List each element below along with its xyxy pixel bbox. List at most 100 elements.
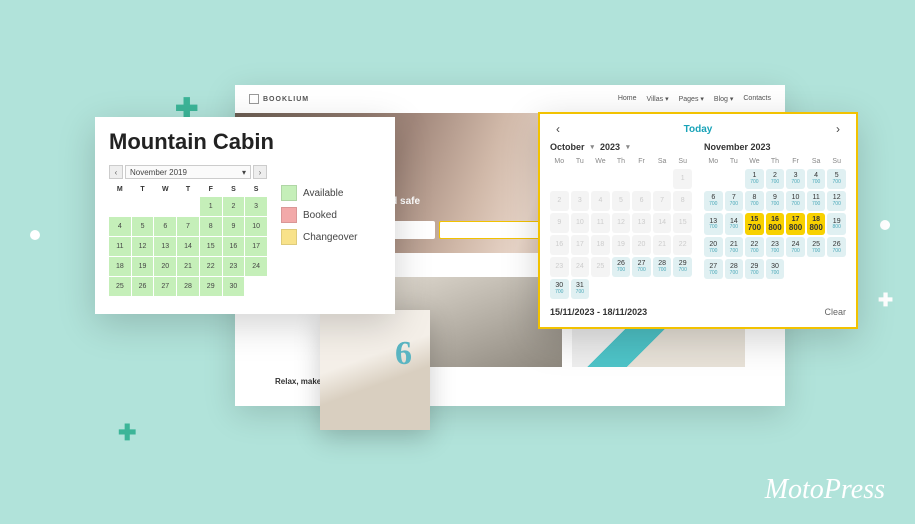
weekday-header: Fr xyxy=(786,156,805,167)
nav-pages[interactable]: Pages ▾ xyxy=(679,95,704,103)
range-day[interactable]: 29700 xyxy=(673,257,692,277)
range-day[interactable]: 30700 xyxy=(766,259,785,279)
range-day[interactable]: 21700 xyxy=(725,237,744,257)
nav-blog[interactable]: Blog ▾ xyxy=(714,95,733,103)
cal-prev-button[interactable]: ‹ xyxy=(109,165,123,179)
range-day[interactable]: 1700 xyxy=(745,169,764,189)
cal-day[interactable]: 24 xyxy=(245,257,267,276)
range-day[interactable]: 17800 xyxy=(786,213,805,235)
range-day[interactable]: 26700 xyxy=(827,237,846,257)
cal-day[interactable]: 4 xyxy=(109,217,131,236)
cal-day[interactable]: 11 xyxy=(109,237,131,256)
cal-day[interactable]: 6 xyxy=(154,217,176,236)
range-day[interactable]: 10700 xyxy=(786,191,805,211)
cal-day[interactable]: 28 xyxy=(177,277,199,296)
range-prev-button[interactable]: ‹ xyxy=(550,122,566,136)
range-day[interactable]: 27700 xyxy=(632,257,651,277)
cal-day[interactable]: 14 xyxy=(177,237,199,256)
price-label: 700 xyxy=(653,268,672,274)
range-day xyxy=(550,169,569,189)
checkout-field[interactable] xyxy=(439,221,549,239)
range-day[interactable]: 24700 xyxy=(786,237,805,257)
range-day[interactable]: 4700 xyxy=(807,169,826,189)
cal-month-select[interactable]: November 2019▾ xyxy=(125,165,251,179)
chevron-down-icon: ▾ xyxy=(591,143,595,151)
cal-day[interactable]: 5 xyxy=(132,217,154,236)
range-day[interactable]: 11700 xyxy=(807,191,826,211)
month-name[interactable]: November 2023 xyxy=(704,142,771,152)
range-day[interactable]: 3700 xyxy=(786,169,805,189)
cal-day[interactable]: 25 xyxy=(109,277,131,296)
cal-day[interactable]: 9 xyxy=(223,217,245,236)
range-next-button[interactable]: › xyxy=(830,122,846,136)
cal-day[interactable]: 15 xyxy=(200,237,222,256)
range-day[interactable]: 8700 xyxy=(745,191,764,211)
range-day[interactable]: 15700 xyxy=(745,213,764,235)
range-day xyxy=(591,279,610,299)
cal-day[interactable]: 23 xyxy=(223,257,245,276)
cal-day[interactable]: 13 xyxy=(154,237,176,256)
range-day[interactable]: 18800 xyxy=(807,213,826,235)
range-day[interactable]: 26700 xyxy=(612,257,631,277)
clear-button[interactable]: Clear xyxy=(824,307,846,317)
cal-day[interactable]: 12 xyxy=(132,237,154,256)
range-day[interactable]: 31700 xyxy=(571,279,590,299)
cal-day[interactable]: 20 xyxy=(154,257,176,276)
cal-day[interactable]: 22 xyxy=(200,257,222,276)
range-day[interactable]: 16800 xyxy=(766,213,785,235)
month-grid: MoTuWeThFrSaSu12345678910111213141516171… xyxy=(550,156,692,299)
nav-home[interactable]: Home xyxy=(618,95,637,103)
range-day[interactable]: 20700 xyxy=(704,237,723,257)
cal-day[interactable]: 2 xyxy=(223,197,245,216)
range-day[interactable]: 28700 xyxy=(725,259,744,279)
range-day[interactable]: 19800 xyxy=(827,213,846,235)
month-name[interactable]: October xyxy=(550,142,585,152)
cal-next-button[interactable]: › xyxy=(253,165,267,179)
range-day[interactable]: 6700 xyxy=(704,191,723,211)
legend-swatch xyxy=(281,207,297,223)
cal-day xyxy=(177,197,199,216)
range-day[interactable]: 9700 xyxy=(766,191,785,211)
cal-day[interactable]: 30 xyxy=(223,277,245,296)
range-day[interactable]: 7700 xyxy=(725,191,744,211)
range-day[interactable]: 25700 xyxy=(807,237,826,257)
range-day[interactable]: 13700 xyxy=(704,213,723,235)
cal-day[interactable]: 26 xyxy=(132,277,154,296)
cal-day[interactable]: 16 xyxy=(223,237,245,256)
nav-contacts[interactable]: Contacts xyxy=(743,95,771,103)
cal-day[interactable]: 3 xyxy=(245,197,267,216)
legend-swatch xyxy=(281,229,297,245)
cal-day[interactable]: 8 xyxy=(200,217,222,236)
range-day[interactable]: 2700 xyxy=(766,169,785,189)
range-day: 15 xyxy=(673,213,692,233)
cal-day[interactable]: 17 xyxy=(245,237,267,256)
year-label[interactable]: 2023 xyxy=(600,142,620,152)
month-column: November 2023MoTuWeThFrSaSu1700270037004… xyxy=(704,142,846,299)
cal-day[interactable]: 29 xyxy=(200,277,222,296)
nav-villas[interactable]: Villas ▾ xyxy=(647,95,669,103)
cal-day[interactable]: 7 xyxy=(177,217,199,236)
weekday-header: S xyxy=(245,183,267,196)
range-day[interactable]: 27700 xyxy=(704,259,723,279)
range-day[interactable]: 5700 xyxy=(827,169,846,189)
cal-day[interactable]: 27 xyxy=(154,277,176,296)
cal-day[interactable]: 1 xyxy=(200,197,222,216)
range-day[interactable]: 29700 xyxy=(745,259,764,279)
cal-day[interactable]: 10 xyxy=(245,217,267,236)
today-button[interactable]: Today xyxy=(566,124,830,135)
brand-logo: MotoPress xyxy=(765,474,885,506)
cal-day[interactable]: 21 xyxy=(177,257,199,276)
price-label: 700 xyxy=(745,224,764,233)
range-day[interactable]: 14700 xyxy=(725,213,744,235)
range-day[interactable]: 23700 xyxy=(766,237,785,257)
range-day[interactable]: 22700 xyxy=(745,237,764,257)
range-day[interactable]: 30700 xyxy=(550,279,569,299)
price-label: 700 xyxy=(745,271,764,277)
cal-day[interactable]: 18 xyxy=(109,257,131,276)
range-day: 19 xyxy=(612,235,631,255)
weekday-header: Tu xyxy=(571,156,590,167)
section-caption: Relax, make new friends, enjoy xyxy=(235,377,785,406)
range-day[interactable]: 12700 xyxy=(827,191,846,211)
cal-day[interactable]: 19 xyxy=(132,257,154,276)
range-day[interactable]: 28700 xyxy=(653,257,672,277)
